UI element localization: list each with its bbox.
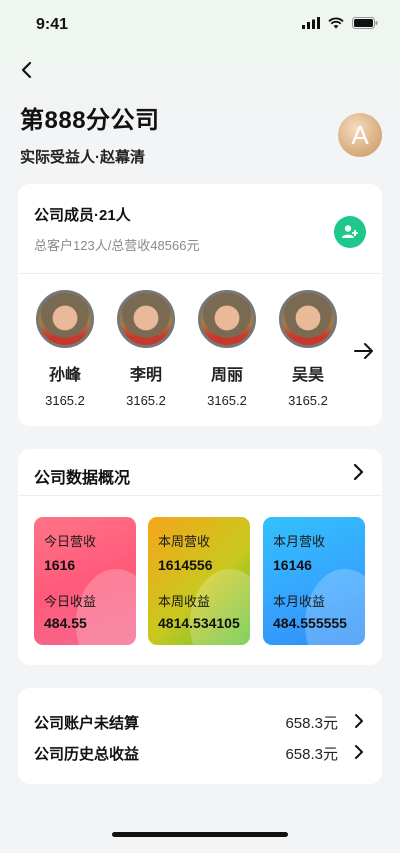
tile-label: 今日收益: [44, 594, 97, 609]
list-item[interactable]: 公司历史总收益 658.3元: [34, 741, 366, 765]
member-name: 孙峰: [48, 367, 81, 384]
avatar[interactable]: A: [338, 113, 382, 157]
wifi-icon: [328, 17, 344, 29]
chevron-right-icon: [355, 745, 363, 759]
battery-icon: [352, 17, 378, 29]
row-value: 658.3元: [285, 715, 338, 732]
member-value: 3165.2: [45, 393, 85, 408]
member-avatar: [198, 290, 256, 348]
tile-label: 本月营收: [273, 534, 326, 549]
member-item[interactable]: 孙峰 3165.2: [33, 290, 97, 408]
back-arrow-icon[interactable]: [16, 58, 40, 82]
member-value: 3165.2: [207, 393, 247, 408]
member-item[interactable]: 周丽 3165.2: [195, 290, 259, 408]
row-label: 公司历史总收益: [34, 746, 140, 763]
overview-title: 公司数据概况: [34, 470, 131, 487]
member-avatar: [279, 290, 337, 348]
arrow-right-icon[interactable]: [353, 341, 375, 361]
row-label: 公司账户未结算: [34, 715, 140, 732]
tile-label: 今日营收: [44, 534, 97, 549]
add-member-button[interactable]: [334, 216, 366, 248]
member-name: 李明: [129, 367, 162, 384]
members-title: 公司成员·21人: [34, 207, 131, 224]
member-value: 3165.2: [288, 393, 328, 408]
divider: [18, 495, 382, 496]
tile-value: 16146: [273, 557, 312, 573]
row-value: 658.3元: [285, 746, 338, 763]
list-item[interactable]: 公司账户未结算 658.3元: [34, 710, 366, 734]
member-item[interactable]: 吴昊 3165.2: [276, 290, 340, 408]
divider: [18, 273, 382, 274]
tile-value: 1614556: [158, 557, 213, 573]
chevron-right-icon[interactable]: [348, 462, 368, 482]
member-name: 吴昊: [291, 367, 324, 384]
tile-label: 本周收益: [158, 594, 211, 609]
tile-value: 484.555555: [273, 615, 347, 631]
account-card: 公司账户未结算 658.3元 公司历史总收益 658.3元: [18, 688, 382, 784]
avatar-letter: A: [351, 119, 369, 150]
member-name: 周丽: [210, 367, 243, 384]
member-value: 3165.2: [126, 393, 166, 408]
members-stats: 总客户123人/总营收48566元: [34, 238, 200, 253]
chevron-right-icon: [355, 714, 363, 728]
tile-value: 4814.534105: [158, 615, 240, 631]
page-title: 第888分公司: [20, 107, 160, 134]
tile-value: 1616: [44, 557, 76, 573]
add-user-icon: [342, 225, 358, 238]
status-icons: [302, 17, 378, 29]
member-avatar: [117, 290, 175, 348]
tile-label: 本周营收: [158, 534, 211, 549]
tile-month[interactable]: 本月营收 16146 本月收益 484.555555: [263, 517, 365, 645]
member-avatar: [36, 290, 94, 348]
beneficiary-label: 实际受益人·赵幕清: [20, 149, 145, 166]
tile-week[interactable]: 本周营收 1614556 本周收益 4814.534105: [148, 517, 250, 645]
member-item[interactable]: 李明 3165.2: [114, 290, 178, 408]
tile-value: 484.55: [44, 615, 87, 631]
status-bar: 9:41: [0, 0, 400, 48]
signal-icon: [302, 17, 320, 29]
tile-today[interactable]: 今日营收 1616 今日收益 484.55: [34, 517, 136, 645]
tile-label: 本月收益: [273, 594, 326, 609]
overview-card: 公司数据概况 今日营收 1616 今日收益 484.55 本周营收 161455…: [18, 449, 382, 665]
status-time: 9:41: [36, 16, 69, 33]
members-card: 公司成员·21人 总客户123人/总营收48566元 孙峰 3165.2 李明 …: [18, 184, 382, 426]
home-indicator[interactable]: [112, 832, 288, 837]
